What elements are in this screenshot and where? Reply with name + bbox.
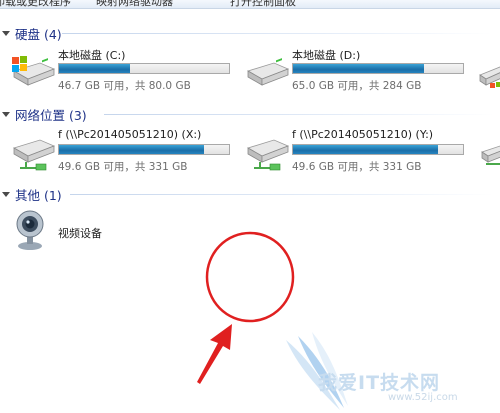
group-divider [70, 194, 494, 195]
webcam-icon [16, 210, 44, 250]
collapse-triangle-icon[interactable] [2, 30, 10, 36]
drive-space-text: 49.6 GB 可用，共 331 GB [292, 161, 422, 173]
watermark-title: 我爱IT技术网 [318, 372, 441, 394]
drive-space-text: 65.0 GB 可用，共 284 GB [292, 80, 422, 92]
usage-bar [292, 63, 464, 74]
network-drive-icon [12, 139, 56, 171]
group-header-other[interactable]: 其他 (1) [0, 184, 500, 204]
usage-bar [58, 63, 230, 74]
drive-space-text: 49.6 GB 可用，共 331 GB [58, 161, 188, 173]
network-drive-icon [246, 139, 290, 171]
pointer-arrow-icon [197, 324, 232, 384]
video-device-item[interactable]: 视频设备 [10, 208, 110, 252]
watermark: 我爱IT技术网 www.52ij.com [280, 330, 500, 413]
usage-bar-fill [59, 145, 204, 154]
highlight-circle [205, 231, 295, 323]
usage-bar-fill [293, 64, 424, 73]
usage-bar-fill [293, 145, 438, 154]
uninstall-program-button[interactable]: 卸载或更改程序 [0, 0, 71, 8]
drive-space-text: 46.7 GB 可用，共 80.0 GB [58, 80, 191, 92]
group-title-other: 其他 (1) [15, 187, 62, 203]
map-network-drive-button[interactable]: 映射网络驱动器 [96, 0, 173, 8]
windows-drive-icon [12, 56, 56, 86]
collapse-triangle-icon[interactable] [2, 111, 10, 117]
drive-name: f (\\Pc201405051210) (Y:) [292, 128, 434, 141]
drive-c[interactable]: 本地磁盘 (C:) 46.7 GB 可用，共 80.0 GB [10, 47, 235, 95]
group-header-hard-disks[interactable]: 硬盘 (4) [0, 23, 500, 43]
drive-name: 本地磁盘 (C:) [58, 49, 126, 62]
group-divider [62, 33, 492, 34]
group-header-network[interactable]: 网络位置 (3) [0, 104, 500, 124]
network-drive-icon[interactable] [478, 138, 500, 174]
hard-drive-icon[interactable] [476, 57, 500, 93]
usage-bar [292, 144, 464, 155]
usage-bar [58, 144, 230, 155]
drive-name: 本地磁盘 (D:) [292, 49, 361, 62]
open-control-panel-button[interactable]: 打开控制面板 [230, 0, 296, 8]
device-name: 视频设备 [58, 227, 102, 240]
watermark-url: www.52ij.com [388, 392, 458, 403]
drive-name: f (\\Pc201405051210) (X:) [58, 128, 202, 141]
group-title-hard-disks: 硬盘 (4) [15, 26, 62, 42]
usage-bar-fill [59, 64, 131, 73]
drive-x[interactable]: f (\\Pc201405051210) (X:) 49.6 GB 可用，共 3… [10, 128, 235, 176]
toolbar: 卸载或更改程序 映射网络驱动器 打开控制面板 [0, 0, 500, 9]
group-divider [104, 114, 494, 115]
group-title-network: 网络位置 (3) [15, 107, 87, 123]
drive-d[interactable]: 本地磁盘 (D:) 65.0 GB 可用，共 284 GB [244, 47, 469, 95]
collapse-triangle-icon[interactable] [2, 191, 10, 197]
drive-y[interactable]: f (\\Pc201405051210) (Y:) 49.6 GB 可用，共 3… [244, 128, 469, 176]
hard-drive-icon [246, 58, 290, 86]
